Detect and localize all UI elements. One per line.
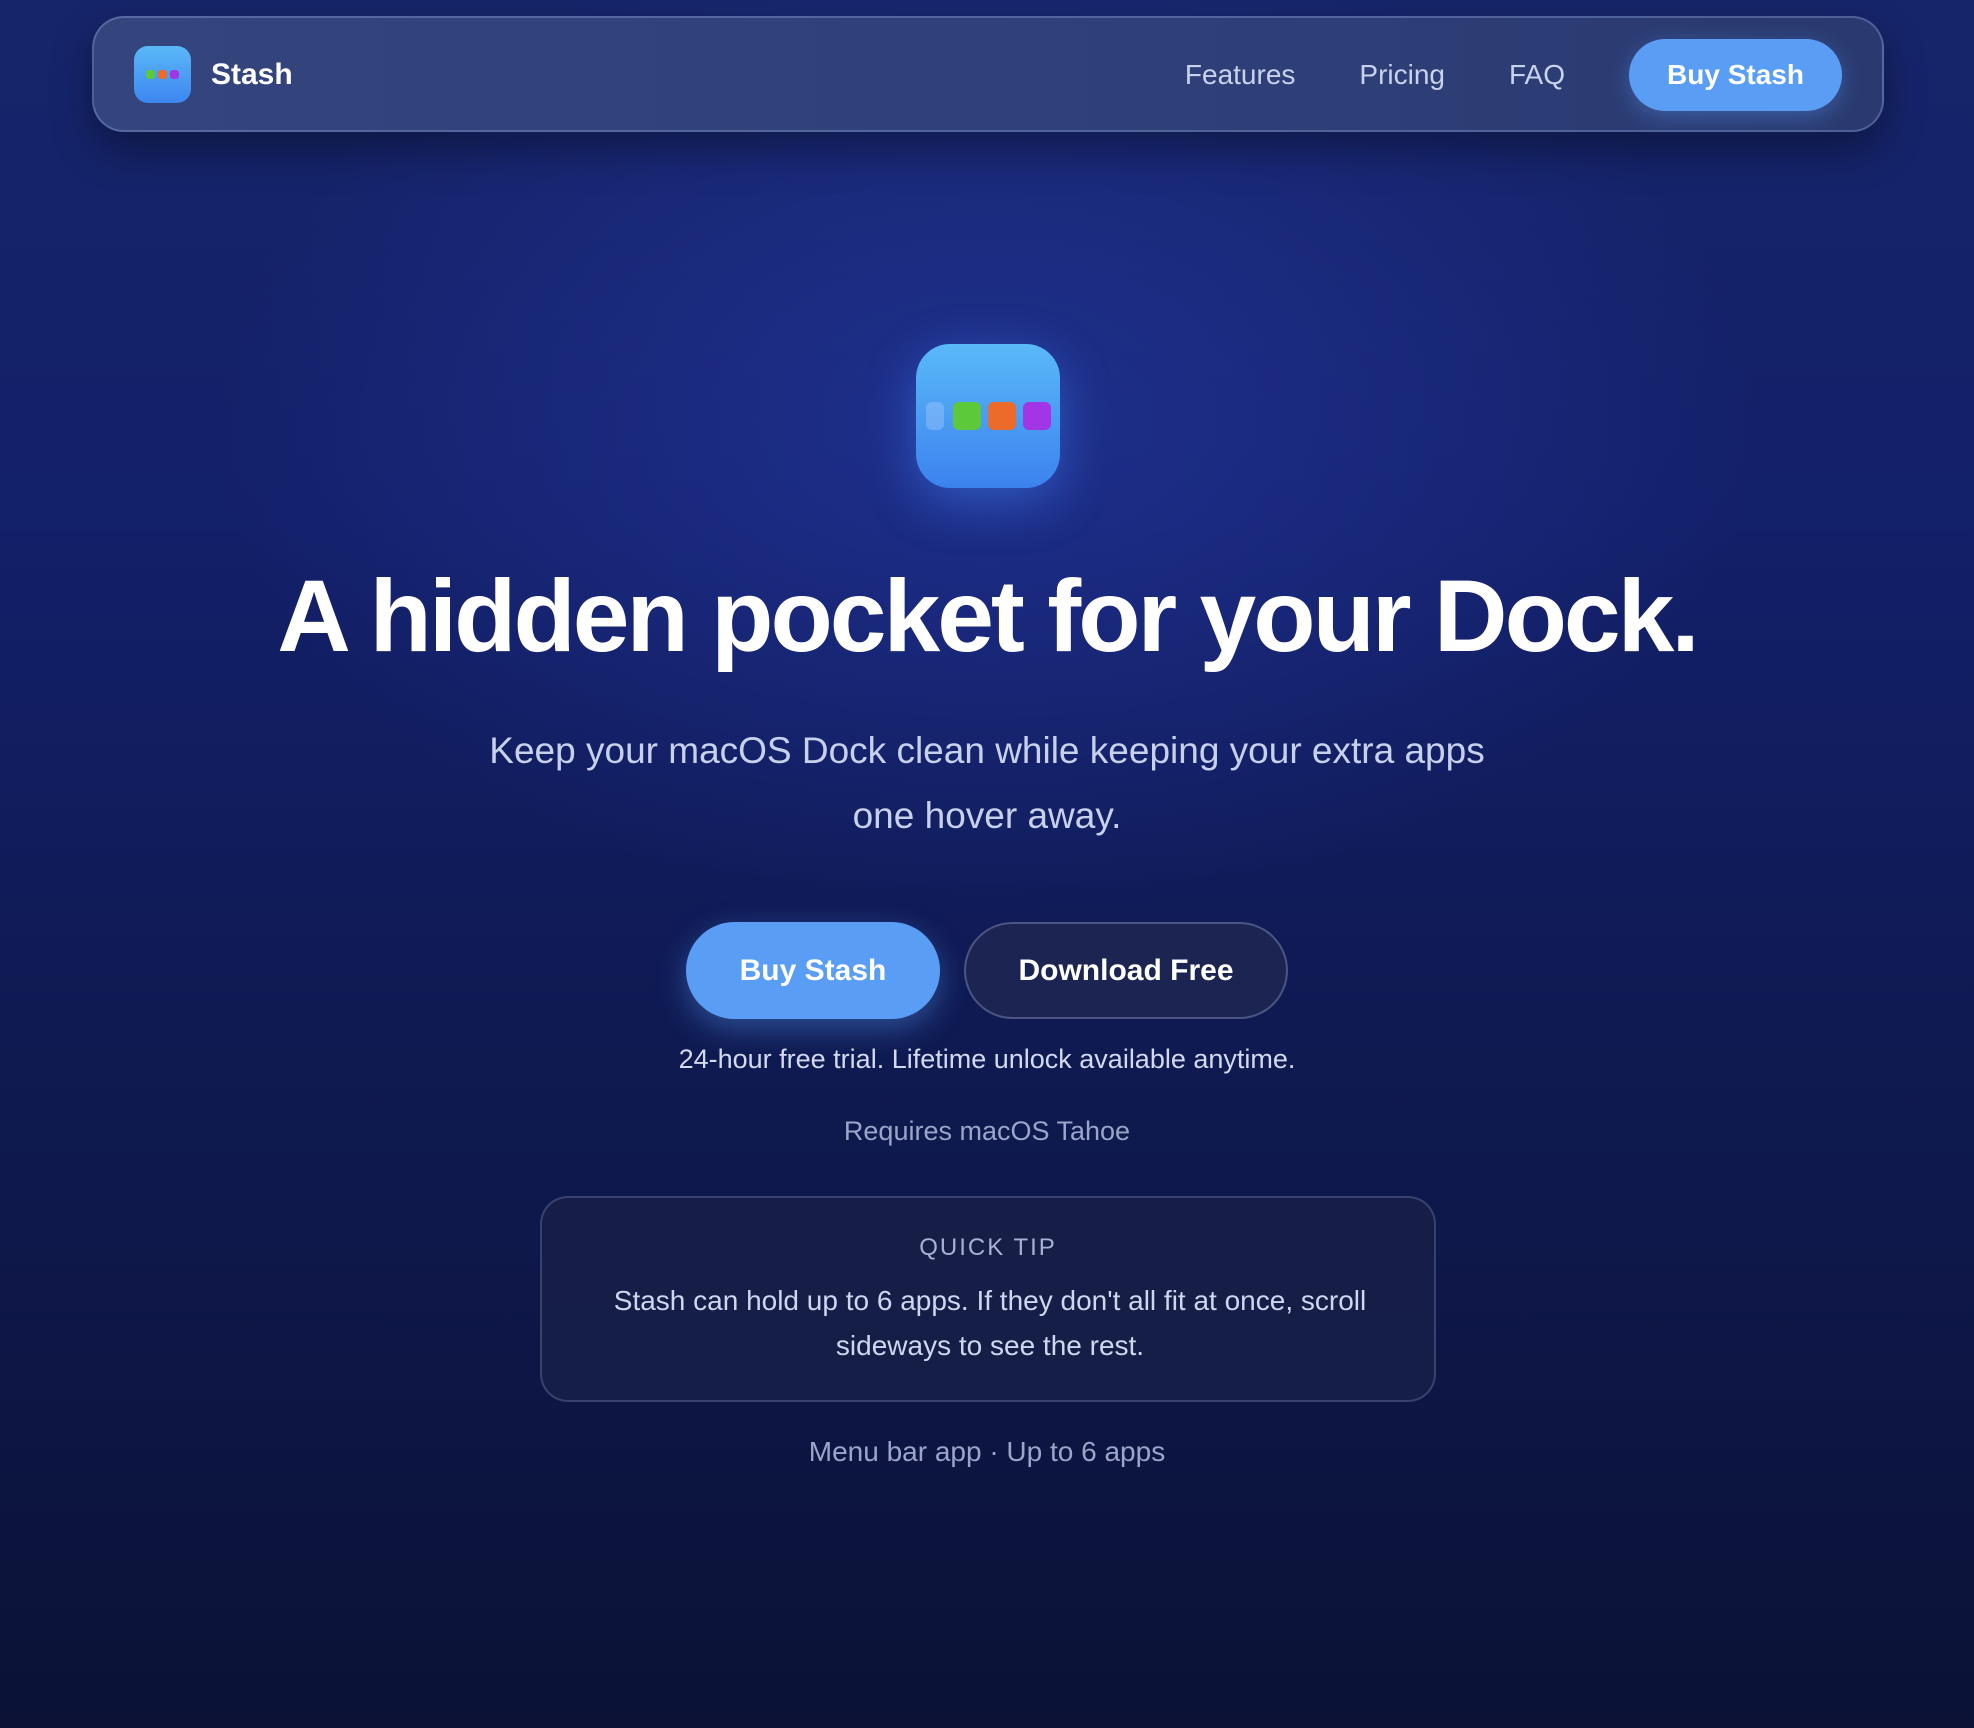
- buy-stash-button[interactable]: Buy Stash: [686, 922, 940, 1019]
- requirements-note: Requires macOS Tahoe: [843, 1116, 1131, 1146]
- orange-dot-icon: [987, 402, 1016, 430]
- brand-name: Stash: [211, 57, 293, 91]
- nav-link-pricing[interactable]: Pricing: [1359, 59, 1445, 91]
- green-dot-icon: [952, 402, 981, 430]
- stash-logo-icon: [134, 46, 191, 103]
- cta-row: Buy Stash Download Free: [686, 922, 1288, 1019]
- quick-tip-card: QUICK TIP Stash can hold up to 6 apps. I…: [540, 1196, 1436, 1402]
- quick-tip-text: Stash can hold up to 6 apps. If they don…: [613, 1285, 1367, 1361]
- orange-dot-icon: [158, 70, 167, 79]
- faded-slot-icon: [925, 402, 944, 430]
- nav-link-faq[interactable]: FAQ: [1509, 59, 1565, 91]
- nav-link-features[interactable]: Features: [1185, 59, 1296, 91]
- purple-dot-icon: [170, 70, 179, 79]
- hero-headline: A hidden pocket for your Dock.: [277, 559, 1699, 673]
- purple-dot-icon: [1022, 402, 1051, 430]
- nav-links: Features Pricing FAQ Buy Stash: [1185, 39, 1842, 111]
- hero-subheadline: Keep your macOS Dock clean while keeping…: [489, 730, 1485, 836]
- feature-summary: Menu bar app · Up to 6 apps: [808, 1436, 1166, 1467]
- brand-link[interactable]: Stash: [134, 46, 293, 103]
- trial-note: 24-hour free trial. Lifetime unlock avai…: [678, 1044, 1296, 1074]
- app-icon: [916, 344, 1060, 488]
- download-free-button[interactable]: Download Free: [964, 922, 1288, 1019]
- green-dot-icon: [146, 70, 155, 79]
- top-navbar: Stash Features Pricing FAQ Buy Stash: [92, 16, 1884, 132]
- quick-tip-label: QUICK TIP: [919, 1234, 1057, 1261]
- nav-buy-button[interactable]: Buy Stash: [1629, 39, 1842, 111]
